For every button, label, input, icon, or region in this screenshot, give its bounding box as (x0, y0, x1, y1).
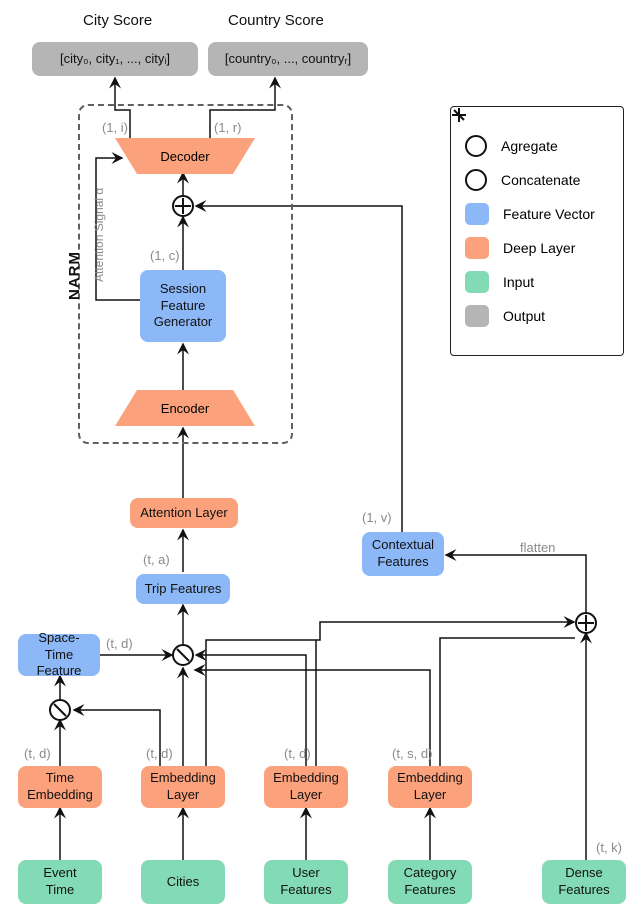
aggregate-op-time (49, 699, 71, 721)
dim-ctx: (1, v) (362, 510, 392, 525)
space-time-feature: Space-Time Feature (18, 634, 100, 676)
input-category-features-label: Category Features (404, 865, 457, 899)
legend-aggregate: Agregate (465, 135, 609, 157)
legend-input: Input (465, 271, 609, 293)
input-user-features: User Features (264, 860, 348, 904)
deep-layer-swatch (465, 237, 489, 259)
feature-vector-swatch (465, 203, 489, 225)
flatten-label: flatten (520, 540, 555, 555)
attention-layer-label: Attention Layer (140, 505, 227, 522)
dim-st: (t, d) (106, 636, 133, 651)
concat-op-right (575, 612, 597, 634)
input-event-time-label: Event Time (43, 865, 76, 899)
dim-country-out: (1, r) (214, 120, 241, 135)
dim-sfg: (1, c) (150, 248, 180, 263)
sfg-label: Session Feature Generator (154, 281, 213, 332)
dim-cat: (t, s, d) (392, 746, 432, 761)
input-dense-features-label: Dense Features (558, 865, 609, 899)
dim-city-out: (1, i) (102, 120, 128, 135)
city-score-header: City Score (83, 12, 152, 29)
country-score-header: Country Score (228, 12, 324, 29)
country-output: [country₀, ..., countryᵣ] (208, 42, 368, 76)
trip-features-label: Trip Features (145, 581, 222, 598)
embedding-user-label: Embedding Layer (273, 770, 339, 804)
legend-concatenate: Concatenate (465, 169, 609, 191)
aggregate-icon (465, 135, 487, 157)
country-output-text: [country₀, ..., countryᵣ] (225, 51, 351, 68)
city-output: [city₀, city₁, ..., cityᵢ] (32, 42, 198, 76)
dim-time: (t, d) (24, 746, 51, 761)
embedding-cat-label: Embedding Layer (397, 770, 463, 804)
legend: Agregate Concatenate Feature Vector Deep… (450, 106, 624, 356)
city-output-text: [city₀, city₁, ..., cityᵢ] (60, 51, 170, 68)
dim-cities: (t, d) (146, 746, 173, 761)
input-event-time: Event Time (18, 860, 102, 904)
trip-features: Trip Features (136, 574, 230, 604)
legend-concatenate-label: Concatenate (501, 172, 580, 188)
input-cities-label: Cities (167, 874, 200, 891)
embedding-cities-label: Embedding Layer (150, 770, 216, 804)
aggregate-op-main (172, 644, 194, 666)
concatenate-icon (465, 169, 487, 191)
embedding-layer-user: Embedding Layer (264, 766, 348, 808)
legend-feature-vector: Feature Vector (465, 203, 609, 225)
input-category-features: Category Features (388, 860, 472, 904)
input-dense-features: Dense Features (542, 860, 626, 904)
space-time-feature-label: Space-Time Feature (26, 630, 92, 681)
narm-label: NARM (66, 251, 83, 300)
encoder-block: Encoder (115, 390, 255, 426)
attention-signal-label: Attention Signal α (92, 188, 106, 282)
output-swatch (465, 305, 489, 327)
legend-input-label: Input (503, 274, 534, 290)
dim-trip: (t, a) (143, 552, 170, 567)
session-feature-generator: Session Feature Generator (140, 270, 226, 342)
input-cities: Cities (141, 860, 225, 904)
dim-dense: (t, k) (596, 840, 622, 855)
contextual-features: Contextual Features (362, 532, 444, 576)
decoder-label: Decoder (160, 149, 209, 164)
legend-output-label: Output (503, 308, 545, 324)
input-swatch (465, 271, 489, 293)
embedding-layer-cities: Embedding Layer (141, 766, 225, 808)
legend-feature-vector-label: Feature Vector (503, 206, 595, 222)
legend-aggregate-label: Agregate (501, 138, 558, 154)
input-user-features-label: User Features (280, 865, 331, 899)
encoder-label: Encoder (161, 401, 209, 416)
time-embedding-label: Time Embedding (27, 770, 93, 804)
concat-op-narm (172, 195, 194, 217)
embedding-layer-category: Embedding Layer (388, 766, 472, 808)
dim-user: (t, d) (284, 746, 311, 761)
contextual-features-label: Contextual Features (372, 537, 434, 571)
legend-deep-layer-label: Deep Layer (503, 240, 575, 256)
time-embedding: Time Embedding (18, 766, 102, 808)
legend-output: Output (465, 305, 609, 327)
legend-deep-layer: Deep Layer (465, 237, 609, 259)
decoder-block: Decoder (115, 138, 255, 174)
attention-layer: Attention Layer (130, 498, 238, 528)
